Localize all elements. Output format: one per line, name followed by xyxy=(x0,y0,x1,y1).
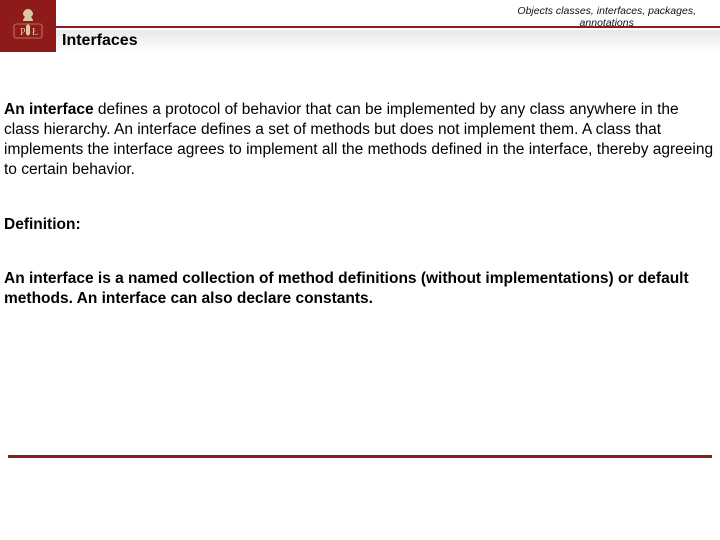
logo-letter-right: Ł xyxy=(32,27,38,38)
page-title: Interfaces xyxy=(62,32,138,50)
slide-body: An interface defines a protocol of behav… xyxy=(4,100,716,309)
intro-rest: defines a protocol of behavior that can … xyxy=(4,101,713,178)
slide-header: P Ł Objects classes, interfaces, package… xyxy=(0,0,720,52)
breadcrumb-line1: Objects classes, interfaces, packages, xyxy=(517,5,696,17)
title-background xyxy=(56,30,720,52)
intro-paragraph: An interface defines a protocol of behav… xyxy=(4,100,716,181)
footer-rule xyxy=(8,455,712,458)
logo-letter-left: P xyxy=(20,27,26,38)
header-rule xyxy=(56,26,720,28)
logo-emblem: P Ł xyxy=(8,6,48,46)
intro-lead: An interface xyxy=(4,101,94,118)
definition-label: Definition: xyxy=(4,215,716,235)
institution-logo: P Ł xyxy=(0,0,56,52)
definition-body: An interface is a named collection of me… xyxy=(4,269,716,309)
